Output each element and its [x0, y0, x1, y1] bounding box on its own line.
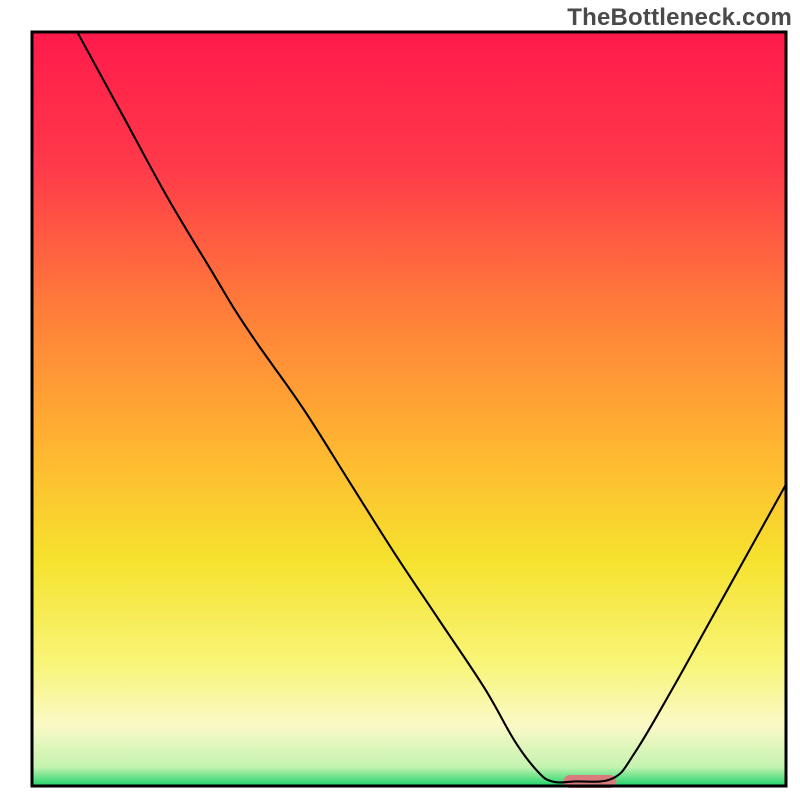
bottleneck-chart — [0, 0, 800, 800]
chart-background-gradient — [32, 32, 786, 786]
